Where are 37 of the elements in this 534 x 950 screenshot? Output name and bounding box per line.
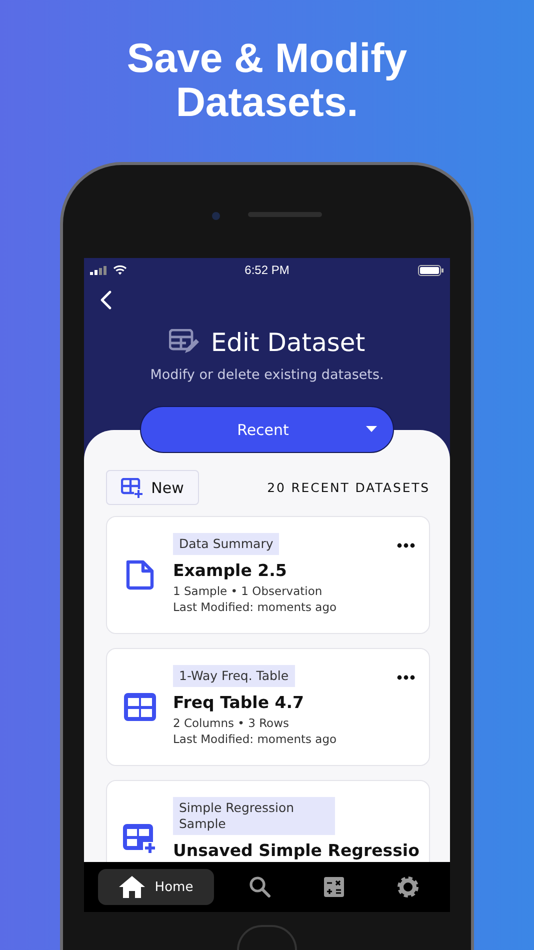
more-options-icon[interactable]: [397, 675, 415, 680]
dataset-card[interactable]: 1-Way Freq. Table Freq Table 4.7 2 Columns • 3 Rows Last Modified: moments ago: [106, 648, 430, 766]
filter-dropdown[interactable]: Recent: [140, 406, 394, 453]
dataset-details: 1 Sample • 1 Observation: [173, 583, 322, 599]
dataset-type-tag: Data Summary: [173, 533, 280, 555]
calculator-icon: [324, 877, 344, 897]
dataset-card[interactable]: Simple Regression Sample Unsaved Simple Regressio: [106, 780, 430, 862]
screen-title: Edit Dataset: [210, 328, 366, 358]
dataset-type-tag: Simple Regression Sample: [173, 797, 335, 835]
table-plus-icon: [123, 824, 157, 854]
table-plus-icon: [121, 478, 144, 498]
home-tab[interactable]: Home: [98, 869, 214, 905]
new-dataset-button[interactable]: New: [106, 470, 199, 505]
dropdown-caret-icon: [366, 426, 377, 432]
battery-icon: [418, 264, 444, 276]
wifi-icon: [113, 265, 127, 275]
dataset-details: 2 Columns • 3 Rows: [173, 715, 289, 731]
search-icon: [249, 876, 271, 898]
status-time: 6:52 PM: [244, 263, 290, 277]
dataset-type-tag: 1-Way Freq. Table: [173, 665, 295, 687]
recent-datasets-count: 20 RECENT DATASETS: [267, 480, 430, 495]
back-button[interactable]: [98, 290, 114, 312]
document-icon: [124, 559, 156, 591]
dataset-title: Freq Table 4.7: [173, 693, 304, 713]
dataset-title: Unsaved Simple Regressio: [173, 841, 420, 861]
home-icon: [118, 876, 145, 898]
last-modified-text: Last Modified: moments ago: [173, 731, 337, 747]
table-icon: [124, 693, 156, 721]
dataset-title: Example 2.5: [173, 561, 287, 581]
more-options-icon[interactable]: [397, 543, 415, 548]
settings-icon: [397, 876, 419, 898]
last-modified-text: Last Modified: moments ago: [173, 599, 337, 615]
dataset-card[interactable]: Data Summary Example 2.5 1 Sample • 1 Observation Last Modified: moments ago: [106, 516, 430, 634]
headline: Save & Modify Datasets.: [126, 36, 408, 124]
camera-lens: [212, 212, 220, 220]
screen-subtitle: Modify or delete existing datasets.: [150, 366, 384, 384]
signal-icon: [90, 266, 107, 274]
